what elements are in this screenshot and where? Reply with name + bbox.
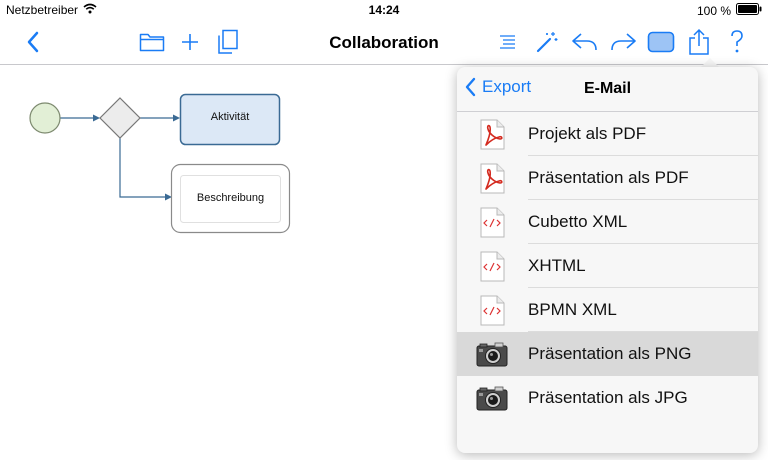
menu-item-label: Projekt als PDF — [528, 124, 647, 143]
connector-gateway-description — [119, 138, 165, 198]
add-button[interactable] — [175, 27, 205, 57]
nav-bar: Collaboration — [0, 20, 768, 65]
menu-item-label: Präsentation als PDF — [528, 168, 689, 187]
redo-button[interactable] — [608, 27, 638, 57]
menu-item-projekt-pdf[interactable]: Projekt als PDF — [457, 112, 758, 156]
code-file-icon — [480, 207, 505, 238]
code-file-icon — [480, 295, 505, 326]
undo-icon — [572, 33, 597, 51]
redo-icon — [611, 33, 636, 51]
list-icon — [500, 35, 515, 49]
status-bar: Netzbetreiber 14:24 100 % — [0, 0, 768, 20]
share-button[interactable] — [684, 27, 714, 57]
battery-info: 100 % — [697, 3, 762, 18]
open-folder-button[interactable] — [137, 27, 167, 57]
popover-back-label: Export — [482, 77, 532, 96]
copy-icon — [218, 29, 238, 54]
gateway[interactable] — [99, 97, 141, 139]
menu-item-label: Präsentation als JPG — [528, 388, 688, 407]
menu-item-label: XHTML — [528, 256, 586, 275]
export-format-list: Projekt als PDF Präsentation als PDF Cub… — [457, 112, 758, 420]
menu-item-label: Cubetto XML — [528, 212, 628, 231]
plus-icon — [182, 34, 198, 50]
popover-header: Export E-Mail — [457, 67, 758, 112]
undo-button[interactable] — [570, 27, 600, 57]
activity-label: Aktivität — [210, 111, 250, 123]
menu-item-praesentation-jpg[interactable]: Präsentation als JPG — [457, 376, 758, 420]
code-file-icon — [480, 251, 505, 282]
menu-item-praesentation-png[interactable]: Präsentation als PNG — [457, 332, 758, 376]
presentation-icon — [647, 31, 675, 53]
arrow-head-icon — [173, 114, 180, 122]
share-icon — [689, 28, 709, 55]
battery-icon — [736, 3, 762, 18]
menu-item-label: Präsentation als PNG — [528, 344, 692, 363]
start-event[interactable] — [29, 102, 61, 134]
menu-item-praesentation-pdf[interactable]: Präsentation als PDF — [457, 156, 758, 200]
help-button[interactable] — [722, 27, 752, 57]
folder-icon — [139, 33, 165, 52]
export-popover: Export E-Mail Projekt als PDF Präsentati… — [457, 67, 758, 453]
menu-item-xhtml[interactable]: XHTML — [457, 244, 758, 288]
chevron-left-icon — [27, 31, 39, 53]
question-mark-icon — [731, 30, 743, 53]
camera-icon — [476, 386, 508, 411]
outline-button[interactable] — [492, 27, 522, 57]
popover-back-button[interactable]: Export — [465, 77, 531, 97]
battery-label: 100 % — [696, 3, 731, 18]
menu-item-bpmn-xml[interactable]: BPMN XML — [457, 288, 758, 332]
pdf-icon — [480, 163, 505, 194]
menu-item-label: BPMN XML — [528, 300, 617, 319]
magic-wand-button[interactable] — [532, 27, 562, 57]
presentation-button[interactable] — [646, 27, 676, 57]
pdf-icon — [480, 119, 505, 150]
camera-icon — [476, 342, 508, 367]
menu-item-cubetto-xml[interactable]: Cubetto XML — [457, 200, 758, 244]
status-time: 14:24 — [368, 3, 400, 17]
arrow-head-icon — [93, 114, 100, 122]
magic-wand-icon — [536, 32, 558, 53]
duplicate-button[interactable] — [213, 27, 243, 57]
chevron-left-icon — [465, 77, 476, 97]
back-button[interactable] — [18, 27, 48, 57]
description-label: Beschreibung — [196, 192, 265, 204]
